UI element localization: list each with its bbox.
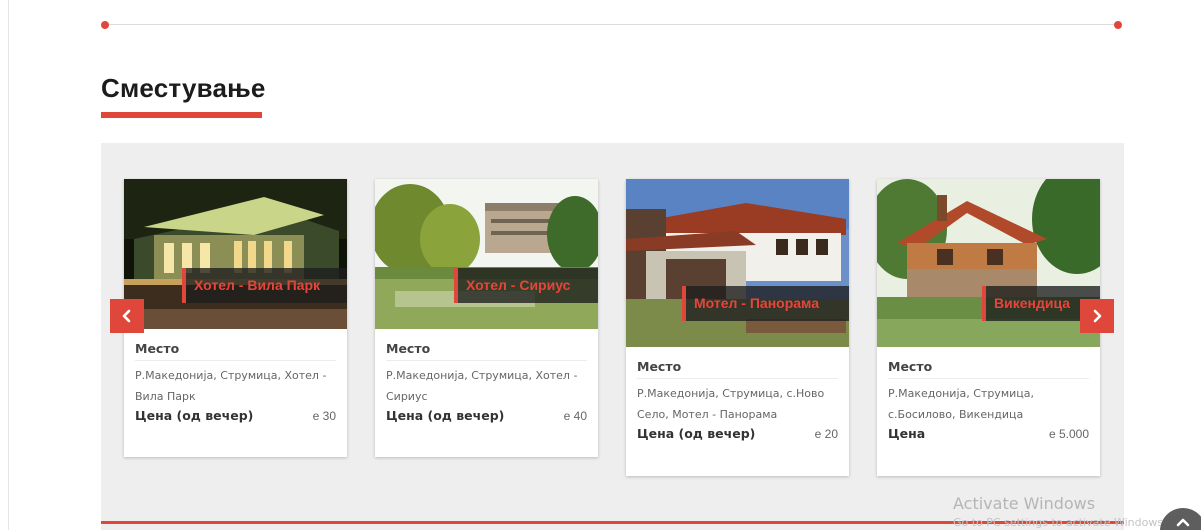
price-label: Цена (од вечер)	[135, 408, 254, 423]
accommodation-card[interactable]: Хотел - Сириус Место Р.Македонија, Струм…	[375, 179, 598, 457]
accommodation-card[interactable]: Мотел - Панорама Место Р.Македонија, Стр…	[626, 179, 849, 476]
accommodation-card[interactable]: Викендица Место Р.Македонија, Струмица, …	[877, 179, 1100, 476]
place-value: Р.Македонија, Струмица, Хотел - Вила Пар…	[135, 369, 327, 403]
price-value: е 30	[312, 409, 336, 423]
page-left-border	[8, 0, 9, 530]
watermark-title: Activate Windows	[953, 494, 1096, 513]
place-value: Р.Македонија, Струмица, Хотел - Сириус	[386, 369, 578, 403]
card-photo[interactable]: Мотел - Панорама	[626, 179, 849, 347]
place-value: Р.Македонија, Струмица, с.Босилово, Вике…	[888, 387, 1034, 421]
section-title-underline	[101, 112, 262, 118]
price-value: е 5.000	[1048, 427, 1089, 441]
place-label: Место	[135, 341, 180, 356]
section-title: Сместување	[101, 73, 266, 103]
carousel-next-button[interactable]	[1080, 299, 1114, 333]
card-caption[interactable]: Хотел - Вила Парк	[182, 268, 347, 303]
place-label: Место	[637, 359, 682, 374]
divider-dot-left	[101, 21, 109, 29]
price-label: Цена	[888, 426, 926, 441]
chevron-left-icon	[122, 309, 131, 323]
place-label: Место	[386, 341, 431, 356]
price-value: е 40	[563, 409, 587, 423]
section-divider	[101, 21, 1122, 29]
place-label: Место	[888, 359, 933, 374]
accommodation-card[interactable]: Хотел - Вила Парк Место Р.Македонија, Ст…	[124, 179, 347, 457]
price-value: е 20	[814, 427, 838, 441]
chevron-up-icon	[1176, 518, 1190, 527]
place-value: Р.Македонија, Струмица, с.Ново Село, Мот…	[637, 387, 825, 421]
card-photo[interactable]: Хотел - Сириус	[375, 179, 598, 329]
card-caption[interactable]: Хотел - Сириус	[454, 268, 598, 303]
chevron-right-icon	[1093, 309, 1102, 323]
carousel-prev-button[interactable]	[110, 299, 144, 333]
card-caption[interactable]: Мотел - Панорама	[682, 286, 849, 321]
divider-dot-right	[1114, 21, 1122, 29]
card-photo[interactable]: Хотел - Вила Парк	[124, 179, 347, 329]
price-label: Цена (од вечер)	[386, 408, 505, 423]
price-label: Цена (од вечер)	[637, 426, 756, 441]
card-photo[interactable]: Викендица	[877, 179, 1100, 347]
